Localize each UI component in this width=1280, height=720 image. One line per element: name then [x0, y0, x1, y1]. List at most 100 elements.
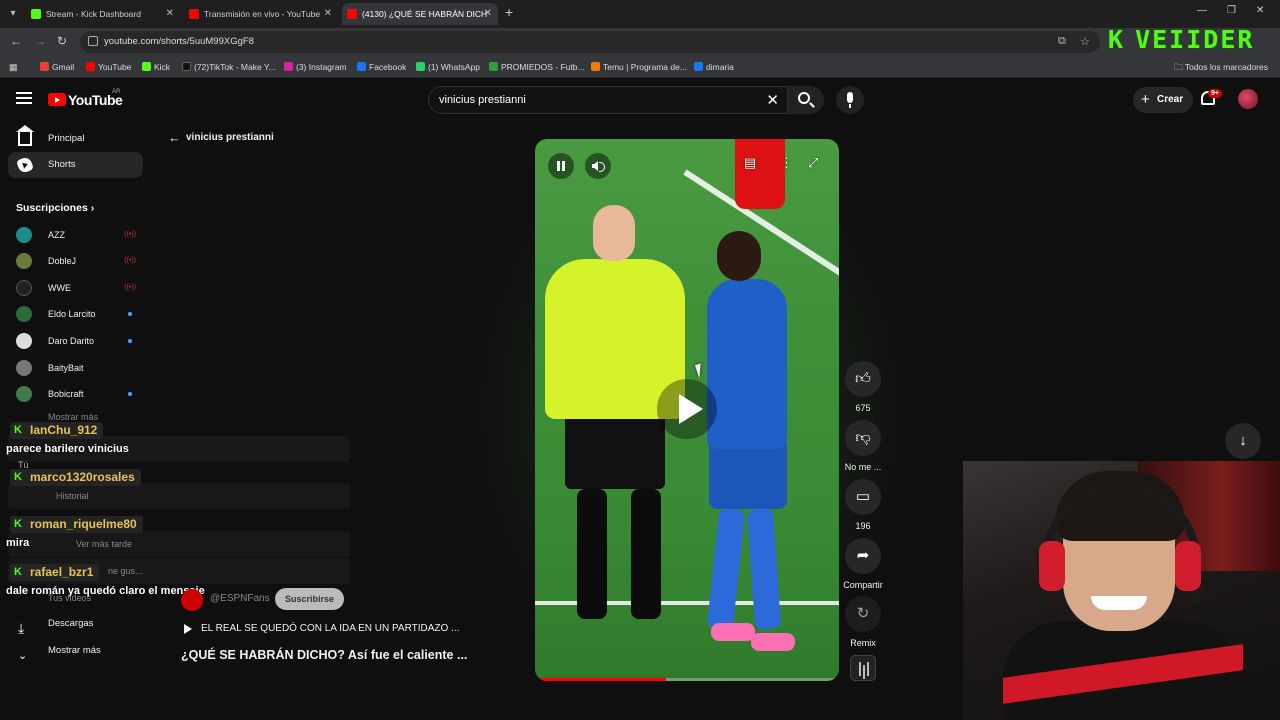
shorts-icon [16, 156, 34, 174]
like-button[interactable]: 👍︎ 675 [842, 361, 884, 413]
sidebar-item-shorts[interactable]: Shorts [8, 152, 143, 178]
shorts-video-player[interactable]: ▤ ⋮ ⤢ [535, 139, 839, 681]
sound-thumbnail-icon[interactable] [850, 655, 876, 681]
bookmark-star-icon[interactable]: ☆ [1080, 35, 1090, 48]
channel-handle[interactable]: @ESPNFans [210, 593, 270, 604]
sidebar-item-historial[interactable]: Historial [8, 483, 350, 509]
subscription-item[interactable]: BaityBait [16, 355, 136, 381]
bookmark-tiktok[interactable]: (72)TikTok - Make Y... [182, 56, 276, 78]
sidebar-item-descargas[interactable]: ⤓ Descargas [8, 611, 143, 637]
bookmark-whatsapp[interactable]: (1) WhatsApp [416, 56, 480, 78]
dislike-button[interactable]: 👎︎ No me ... [842, 420, 884, 472]
create-button[interactable]: + Crear [1133, 87, 1194, 113]
close-tab-icon[interactable]: ✕ [324, 3, 332, 25]
video-title[interactable]: ¿QUÉ SE HABRÁN DICHO? Así fue el calient… [181, 648, 467, 662]
instagram-icon [284, 62, 293, 71]
remix-button[interactable]: ↻ Remix [842, 596, 884, 648]
live-icon: ((•)) [124, 284, 136, 291]
channel-name: BaityBait [48, 363, 84, 373]
restore-icon[interactable]: ❐ [1227, 5, 1236, 16]
subscribe-button[interactable]: Suscribirse [275, 588, 345, 610]
sidebar-item-label: Ver más tarde [76, 539, 133, 549]
tab-kick-dashboard[interactable]: Stream - Kick Dashboard ✕ [26, 3, 180, 25]
bookmark-facebook[interactable]: Facebook [357, 56, 406, 78]
channel-avatar [16, 333, 32, 349]
subscription-item[interactable]: DobleJ ((•)) [16, 248, 136, 274]
share-button[interactable]: ➦ Compartir [842, 538, 884, 590]
bookmark-dimaria[interactable]: dimaria [694, 56, 734, 78]
play-small-icon [184, 624, 192, 634]
pause-icon[interactable] [548, 153, 574, 179]
remix-icon: ↻ [845, 596, 881, 632]
comments-count: 196 [855, 521, 871, 531]
channel-avatar[interactable] [181, 589, 203, 611]
apps-grid-icon[interactable]: ▦ [9, 62, 19, 72]
subscription-item[interactable]: Daro Darito [16, 328, 136, 354]
close-window-icon[interactable]: ✕ [1256, 5, 1264, 16]
bookmark-label: YouTube [98, 62, 132, 72]
bookmark-youtube[interactable]: YouTube [86, 56, 131, 78]
account-avatar[interactable] [1238, 89, 1258, 109]
close-tab-icon[interactable]: ✕ [166, 3, 174, 25]
comments-button[interactable]: ▭ 196 [842, 479, 884, 531]
facebook-icon [694, 62, 703, 71]
bookmark-gmail[interactable]: Gmail [40, 56, 74, 78]
tab-youtube-live[interactable]: Transmisión en vivo - YouTube ✕ [184, 3, 338, 25]
subscription-item[interactable]: AZZ ((•)) [16, 222, 136, 248]
sidebar-item-ver-mas-tarde[interactable]: Ver más tarde [8, 531, 350, 557]
subscription-item[interactable]: Bobicraft [16, 381, 136, 407]
forward-icon[interactable]: → [34, 34, 46, 48]
play-icon[interactable] [657, 379, 717, 439]
volume-icon[interactable] [585, 153, 611, 179]
bookmark-kick[interactable]: Kick [142, 56, 170, 78]
bookmark-temu[interactable]: Temu | Programa de... [591, 56, 687, 78]
reload-icon[interactable]: ↻ [57, 34, 67, 48]
fullscreen-icon[interactable]: ⤢ [808, 155, 818, 171]
voice-search-icon[interactable] [836, 86, 864, 114]
comment-icon: ▭ [845, 479, 881, 515]
channel-avatar [16, 306, 32, 322]
next-short-arrow-icon[interactable]: ↓ [1225, 423, 1261, 459]
menu-icon[interactable] [16, 92, 32, 104]
sidebar-item-label: Shorts [48, 159, 76, 170]
bookmark-label: (72)TikTok - Make Y... [194, 62, 276, 72]
address-bar[interactable]: youtube.com/shorts/5uuM99XGgF8 ⧉ ☆ [80, 31, 1100, 53]
tab-label: Stream - Kick Dashboard [46, 9, 141, 19]
tab-label: Transmisión en vivo - YouTube [204, 9, 321, 19]
headphone-cup [1175, 541, 1201, 591]
search-input[interactable]: vinicius prestianni ✕ [428, 86, 788, 114]
plus-icon: + [1141, 91, 1150, 108]
back-to-search[interactable]: ← vinicius prestianni [168, 130, 274, 145]
tab-search-icon[interactable]: ▾ [4, 5, 22, 23]
captions-icon[interactable]: ▤ [744, 155, 756, 171]
subscription-item[interactable]: WWE ((•)) [16, 275, 136, 301]
sidebar-item-principal[interactable]: Principal [8, 125, 143, 152]
chat-username: Krafael_bzr1 [10, 564, 100, 581]
sidebar-item-mostrar-mas[interactable]: ⌄ Mostrar más [8, 638, 143, 664]
new-tab-icon[interactable]: + [505, 4, 513, 20]
search-button[interactable] [788, 86, 824, 114]
all-bookmarks[interactable]: 🗀 Todos los marcadores [1174, 56, 1268, 78]
related-video-link[interactable]: EL REAL SE QUEDÓ CON LA IDA EN UN PARTID… [184, 623, 459, 634]
site-info-icon[interactable] [88, 36, 98, 46]
subscriptions-header[interactable]: Suscripciones › [16, 202, 94, 214]
bookmark-promiedos[interactable]: PROMIEDOS - Futb... [489, 56, 585, 78]
channel-name: Daro Darito [48, 336, 95, 346]
create-label: Crear [1157, 94, 1184, 105]
cast-icon[interactable]: ⧉ [1058, 35, 1066, 48]
clear-search-icon[interactable]: ✕ [766, 91, 779, 109]
back-icon[interactable]: ← [10, 34, 22, 48]
subscription-item[interactable]: Eldo Larcito [16, 301, 136, 327]
close-tab-icon[interactable]: ✕ [484, 3, 492, 25]
minimize-icon[interactable]: — [1197, 5, 1207, 16]
chat-username: Kmarco1320rosales [10, 469, 141, 486]
more-options-icon[interactable]: ⋮ [780, 155, 793, 171]
url-text: youtube.com/shorts/5uuM99XGgF8 [104, 36, 254, 47]
player-shirt [707, 279, 787, 449]
video-progress-bar[interactable] [535, 678, 839, 681]
channel-avatar [16, 386, 32, 402]
gmail-icon [40, 62, 49, 71]
streamer-watermark-logo: K VEIIDER [1108, 25, 1254, 54]
tab-youtube-short[interactable]: (4130) ¿QUÉ SE HABRÁN DICH ✕ [342, 3, 498, 25]
bookmark-instagram[interactable]: (3) Instagram [284, 56, 347, 78]
